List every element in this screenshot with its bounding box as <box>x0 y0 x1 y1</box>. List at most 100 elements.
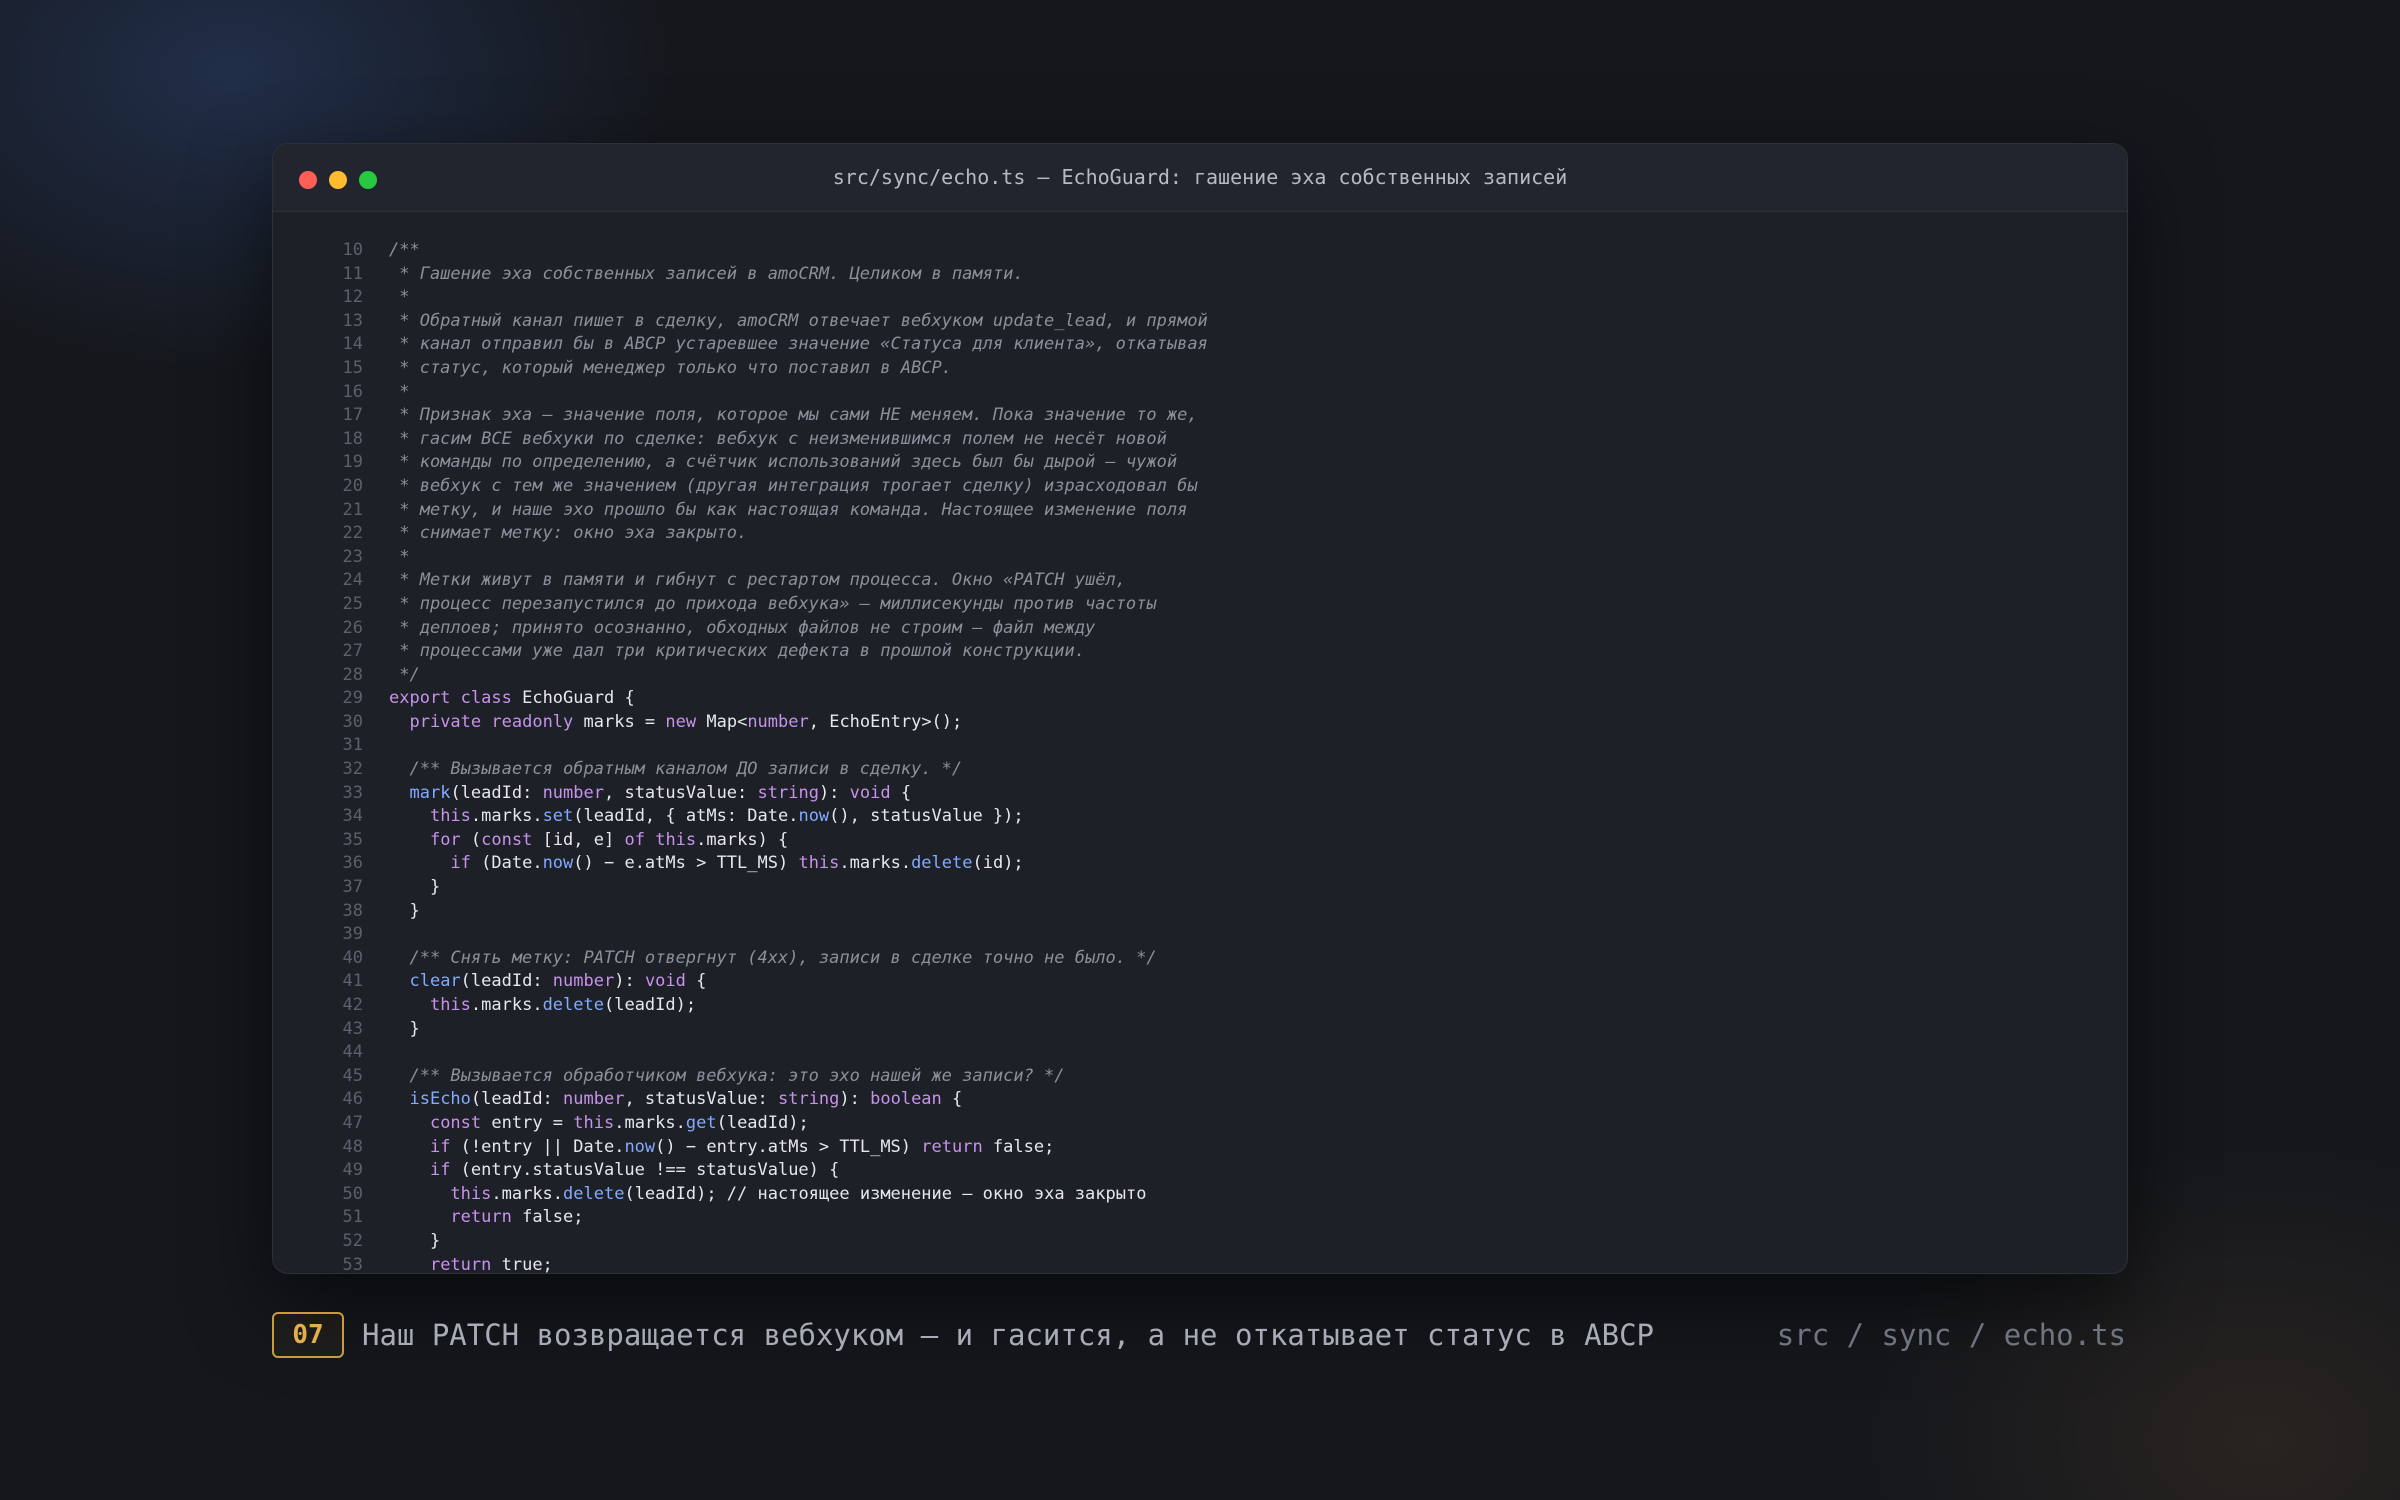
line-source: * Обратный канал пишет в сделку, amoCRM … <box>363 310 1208 334</box>
code-token: (leadId); // настоящее изменение — окно … <box>624 1183 1147 1204</box>
code-token: if <box>429 1136 451 1157</box>
code-token: * процесс перезапустился до прихода вебх… <box>389 593 1157 614</box>
window-titlebar: src/sync/echo.ts — EchoGuard: гашение эх… <box>273 144 2127 212</box>
line-source: * <box>363 381 409 405</box>
code-line: 15 * статус, который менеджер только что… <box>273 357 2127 381</box>
code-token: * канал отправил бы в АВСР устаревшее зн… <box>389 334 1208 355</box>
code-view[interactable]: 10 /** 11 * Гашение эха собственных записе… <box>273 239 2127 1274</box>
line-number: 44 <box>342 1042 363 1063</box>
line-source: } <box>363 900 419 924</box>
line-source: */ <box>363 664 419 688</box>
line-number: 43 <box>342 1018 363 1039</box>
code-token: for <box>429 829 461 850</box>
code-token: private <box>409 711 482 732</box>
code-token: this <box>429 995 471 1015</box>
code-token: this <box>655 829 697 850</box>
line-source: clear(leadId: number): void { <box>363 970 706 994</box>
code-token: (leadId); <box>716 1112 809 1133</box>
code-token: * <box>389 546 410 567</box>
line-source: } <box>363 876 440 900</box>
line-source: mark(leadId: number, statusValue: string… <box>363 782 911 806</box>
line-number: 48 <box>342 1136 363 1157</box>
line-source: /** Снять метку: PATCH отвергнут (4xx), … <box>363 947 1156 971</box>
line-source <box>363 923 389 947</box>
code-token: * метку, и наше эхо прошло бы как настоя… <box>389 499 1188 520</box>
code-token: (leadId: <box>470 1089 564 1110</box>
code-token: number <box>563 1089 625 1110</box>
code-token: string <box>757 782 819 803</box>
line-source: if (entry.statusValue !== statusValue) { <box>363 1159 839 1183</box>
code-token: this <box>429 806 471 827</box>
line-number: 21 <box>342 499 363 520</box>
code-line: 48 if (!entry || Date.now() − entry.atMs… <box>273 1136 2127 1160</box>
code-line: 38 } <box>273 900 2127 924</box>
code-line: 19 * команды по определению, а счётчик и… <box>273 451 2127 475</box>
code-line: 46 isEcho(leadId: number, statusValue: s… <box>273 1088 2127 1112</box>
code-token: new <box>665 711 697 732</box>
file-path: src / sync / echo.ts <box>1776 1318 2126 1352</box>
code-line: 42 this.marks.delete(leadId); <box>273 994 2127 1018</box>
line-source: } <box>363 1018 419 1042</box>
code-token: .marks. <box>470 806 543 827</box>
code-token: class <box>460 688 512 709</box>
code-token: now <box>542 853 574 874</box>
code-token: * снимает метку: окно эха закрыто. <box>389 523 748 544</box>
line-source: * процесс перезапустился до прихода вебх… <box>363 593 1157 617</box>
code-token: now <box>624 1136 656 1157</box>
code-token: number <box>542 782 604 803</box>
code-token: , statusValue: <box>603 782 758 803</box>
code-token: .marks. <box>470 995 543 1015</box>
line-number: 15 <box>342 357 363 378</box>
code-line: 52 } <box>273 1230 2127 1254</box>
code-token: * команды по определению, а счётчик испо… <box>389 452 1178 473</box>
code-token: if <box>450 853 471 874</box>
code-token: string <box>777 1089 840 1110</box>
code-token: return <box>921 1136 983 1157</box>
code-token: (!entry || Date. <box>450 1136 625 1157</box>
code-line: 37 } <box>273 876 2127 900</box>
code-line: 14 * канал отправил бы в АВСР устаревшее… <box>273 333 2127 357</box>
code-token: { <box>941 1089 963 1110</box>
code-line: 50 this.marks.delete(leadId); // настоящ… <box>273 1183 2127 1207</box>
line-number: 26 <box>342 617 363 638</box>
line-source: * снимает метку: окно эха закрыто. <box>363 522 747 546</box>
code-token: of <box>624 829 645 850</box>
line-number: 33 <box>342 782 363 803</box>
line-number: 24 <box>342 570 363 591</box>
code-line: 30 private readonly marks = new Map<numb… <box>273 711 2127 735</box>
code-token: EchoGuard { <box>511 688 635 709</box>
code-line: 40 /** Снять метку: PATCH отвергнут (4xx… <box>273 947 2127 971</box>
line-number: 45 <box>342 1065 363 1086</box>
code-token: return <box>429 1254 492 1274</box>
line-number: 49 <box>342 1160 363 1181</box>
caption-text: Наш PATCH возвращается вебхуком — и гаси… <box>362 1318 1655 1352</box>
code-token: const <box>429 1112 482 1133</box>
code-token: false; <box>511 1207 584 1228</box>
code-line: 26 * деплоев; принято осознанно, обходны… <box>273 617 2127 641</box>
line-source: /** Вызывается обработчиком вебхука: это… <box>363 1065 1065 1089</box>
editor-window: src/sync/echo.ts — EchoGuard: гашение эх… <box>272 143 2128 1274</box>
code-token: void <box>644 971 686 992</box>
code-token: * деплоев; принято осознанно, обходных ф… <box>389 617 1096 638</box>
code-token: Map< <box>696 711 748 732</box>
code-token: ): <box>818 782 850 803</box>
slide-caption: 07 Наш PATCH возвращается вебхуком — и г… <box>272 1312 2126 1358</box>
code-line: 39 <box>273 923 2127 947</box>
line-source: * Признак эха — значение поля, которое м… <box>363 404 1197 428</box>
code-line: 18 * гасим ВСЕ вебхуки по сделке: вебхук… <box>273 428 2127 452</box>
line-source: * Гашение эха собственных записей в amoC… <box>363 263 1023 287</box>
code-line: 45 /** Вызывается обработчиком вебхука: … <box>273 1065 2127 1089</box>
line-number: 35 <box>342 829 363 850</box>
step-badge: 07 <box>272 1312 344 1358</box>
code-line: 47 const entry = this.marks.get(leadId); <box>273 1112 2127 1136</box>
line-number: 39 <box>342 924 363 945</box>
code-line: 25 * процесс перезапустился до прихода в… <box>273 593 2127 617</box>
line-source: for (const [id, e] of this.marks) { <box>363 829 788 853</box>
line-number: 51 <box>342 1207 363 1228</box>
window-title: src/sync/echo.ts — EchoGuard: гашение эх… <box>832 165 1568 189</box>
code-token: /** Вызывается обработчиком вебхука: это… <box>389 1065 1065 1086</box>
